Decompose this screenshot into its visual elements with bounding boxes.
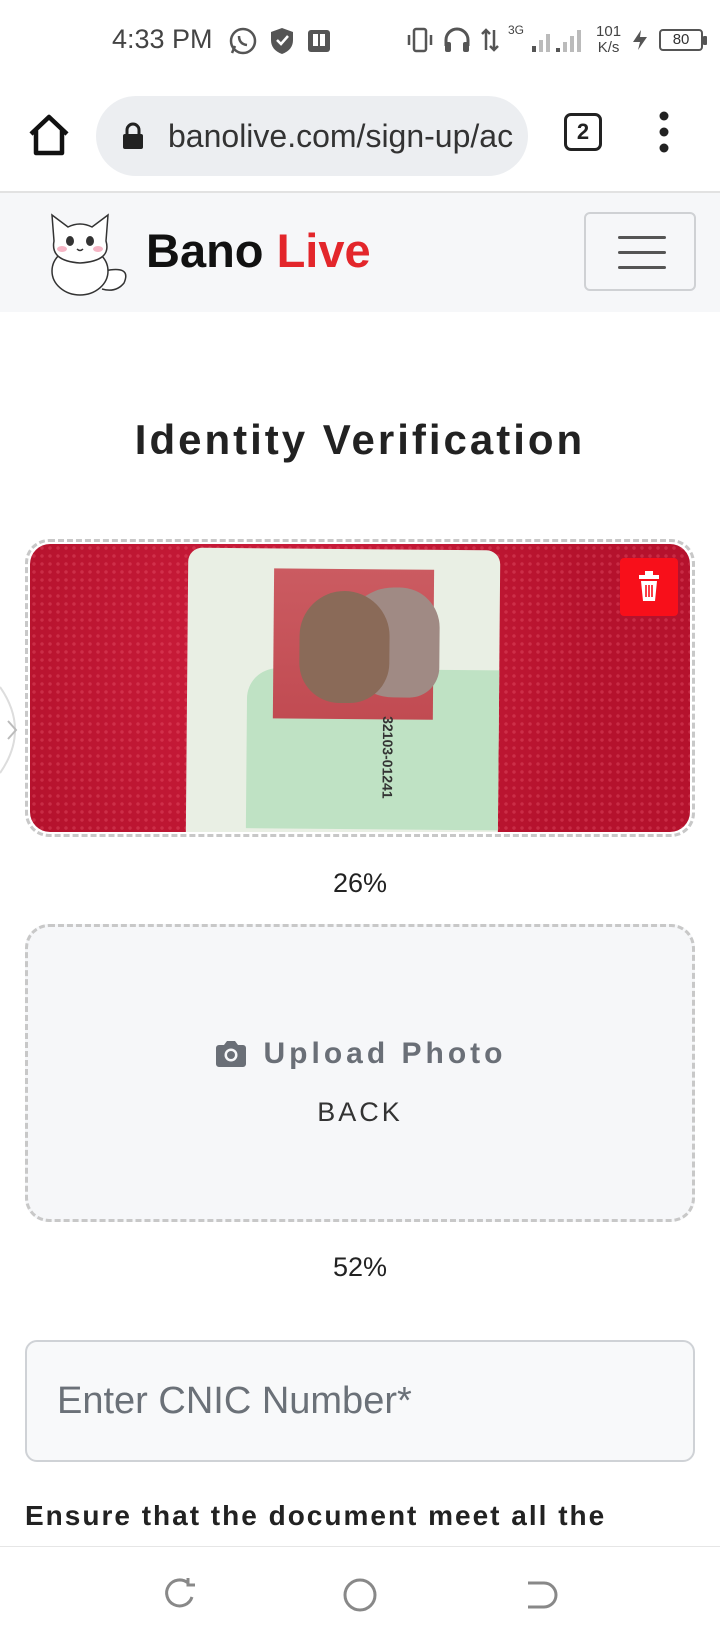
- hamburger-menu-button[interactable]: [584, 212, 696, 291]
- home-icon[interactable]: [24, 110, 74, 160]
- camera-icon: [215, 1041, 246, 1067]
- home-circle-icon[interactable]: [338, 1573, 382, 1617]
- system-icons: 3G 101 K/s 80: [406, 18, 708, 62]
- headphones-icon: [444, 27, 470, 52]
- front-upload-progress: 26%: [332, 868, 388, 898]
- net-speed-unit: K/s: [597, 39, 620, 56]
- upload-photo-text: Upload Photo: [263, 1037, 507, 1070]
- tab-switcher-button[interactable]: 2: [564, 113, 602, 151]
- site-navbar: Bano Live: [0, 193, 720, 312]
- back-upload-progress: 52%: [332, 1252, 388, 1282]
- network-generation: 3G: [508, 23, 525, 37]
- net-speed-value: 101: [596, 23, 622, 40]
- brand-part-2: Live: [276, 224, 371, 277]
- back-upload-box[interactable]: Upload Photo BACK: [25, 924, 695, 1222]
- brand-name[interactable]: Bano Live: [146, 223, 371, 278]
- hamburger-line: [618, 266, 666, 269]
- back-icon[interactable]: [518, 1573, 562, 1617]
- requirements-note: Ensure that the document meet all the: [25, 1500, 607, 1531]
- url-text[interactable]: banolive.com/sign-up/ac: [168, 118, 513, 155]
- card-printed-text: 32103-01241: [379, 716, 397, 799]
- system-nav-bar: [0, 1546, 720, 1640]
- side-drawer-handle-icon[interactable]: [0, 685, 30, 775]
- hamburger-line: [618, 236, 666, 239]
- recents-icon[interactable]: [158, 1573, 202, 1617]
- trash-icon: [639, 571, 659, 601]
- id-card-image: 32103-01241: [185, 547, 501, 832]
- status-time: 4:33 PM: [112, 24, 213, 54]
- delete-photo-button[interactable]: [620, 558, 678, 616]
- browser-toolbar: banolive.com/sign-up/ac 2: [0, 80, 720, 193]
- cat-logo-icon[interactable]: [34, 201, 134, 297]
- vibrate-icon: [407, 27, 433, 53]
- front-upload-box[interactable]: 32103-01241: [25, 539, 695, 837]
- cnic-number-input[interactable]: [25, 1340, 695, 1462]
- address-bar[interactable]: banolive.com/sign-up/ac: [96, 96, 528, 176]
- charging-icon: [633, 30, 648, 50]
- whatsapp-icon: [229, 27, 257, 55]
- notification-icons: [228, 24, 332, 58]
- battery-indicator: 80: [659, 29, 708, 51]
- uploaded-front-photo: 32103-01241: [30, 544, 690, 832]
- signal-icon: [532, 30, 582, 52]
- status-bar: 4:33 PM 3G 101 K/s 80: [0, 0, 720, 80]
- lock-icon: [123, 122, 143, 149]
- sim-icon: [308, 30, 330, 52]
- upload-photo-label: Upload Photo: [28, 1037, 692, 1071]
- hamburger-line: [618, 251, 666, 254]
- shield-icon: [271, 28, 293, 54]
- document-side-label: BACK: [317, 1097, 403, 1127]
- more-vert-icon[interactable]: [650, 110, 678, 154]
- data-arrows-icon: [481, 28, 499, 52]
- card-portrait: [272, 568, 440, 720]
- page-title: Identity Verification: [134, 416, 586, 463]
- net-speed: 101 K/s: [596, 24, 621, 56]
- brand-part-1: Bano: [146, 224, 264, 277]
- portrait-face: [298, 590, 390, 704]
